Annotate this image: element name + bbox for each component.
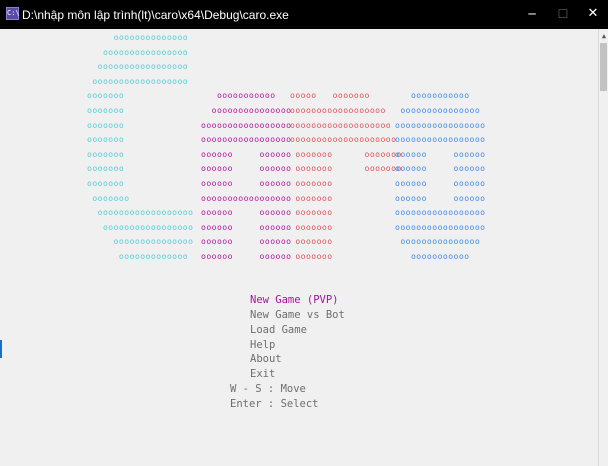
logo-row: ooooooo ooooooo	[290, 163, 402, 174]
logo-row: oooooooooooooooooooo	[290, 134, 397, 145]
logo-row: ooooooooooooooooo	[395, 221, 486, 232]
logo-row: oooooooooooooooo	[87, 46, 189, 57]
console-app-icon: C:\	[6, 7, 20, 20]
hint-move: W - S : Move	[230, 383, 306, 395]
logo-row: ooooooooooooooo	[87, 236, 194, 247]
logo-row: ooooooo	[290, 251, 333, 261]
logo-row: ooooooo	[87, 148, 125, 159]
logo-row: oooooooooooooooooo	[87, 207, 194, 218]
logo-row: ooooooooooooooooo	[201, 134, 292, 145]
logo-row: ooooooo	[290, 192, 333, 203]
close-button[interactable]: ✕	[578, 3, 608, 25]
logo-row: oooooo oooooo	[201, 163, 292, 174]
logo-row: ooooooo	[87, 90, 125, 101]
logo-row: oooooooooooooooooo	[290, 105, 386, 115]
logo-row: ooooooooooo	[395, 251, 470, 261]
logo-row: ooooooo	[87, 119, 125, 130]
logo-row: ooooooooooo	[201, 90, 276, 101]
vertical-scrollbar[interactable]: ▲	[598, 29, 608, 466]
logo-row: ooooooooooooooooo	[201, 119, 292, 130]
logo-row: oooooo oooooo	[201, 207, 292, 218]
minimize-icon: ─	[528, 7, 536, 21]
logo-row: ooooooooooooooo	[395, 105, 481, 115]
logo-row: ooooooo	[290, 178, 333, 188]
taskbar-edge	[0, 340, 2, 358]
logo-row: ooooooo	[87, 163, 125, 174]
logo-row: oooooo oooooo	[395, 192, 486, 203]
logo-row: ooooooo	[290, 207, 333, 218]
logo-row: oooooo oooooo	[201, 148, 292, 159]
hint-select: Enter : Select	[230, 398, 319, 410]
logo-row: ooooooo	[290, 221, 333, 232]
logo-row: oooooo oooooo	[201, 178, 292, 188]
title-bar: C:\ D:\nhập môn lập trình(lt)\caro\x64\D…	[0, 0, 608, 29]
scroll-thumb[interactable]	[600, 43, 607, 91]
logo-row: oooooo oooooo	[395, 178, 486, 188]
menu-item-new-game-pvp[interactable]: New Game (PVP)	[250, 294, 339, 306]
console-area: oooooooooooooo oooooooooooooooo oooooooo…	[0, 29, 598, 466]
logo-row: ooooooooooooooooo	[87, 221, 194, 232]
minimize-button[interactable]: ─	[517, 3, 547, 25]
logo-row: ooooooooooooooooo	[87, 61, 189, 72]
window-title: D:\nhập môn lập trình(lt)\caro\x64\Debug…	[22, 8, 289, 22]
logo-row: ooooooooooooooooo	[395, 134, 486, 145]
close-icon: ✕	[587, 6, 599, 21]
logo-row: ooooooo	[290, 236, 333, 247]
logo-row: ooooooooooo	[395, 90, 470, 101]
menu-item-load-game[interactable]: Load Game	[250, 324, 307, 336]
scroll-up-arrow-icon[interactable]: ▲	[600, 33, 608, 40]
logo-row: oooooooooooooooooo	[87, 75, 189, 86]
logo-row: ooooooooooooooo	[395, 236, 481, 247]
logo-row: oooooo oooooo	[395, 163, 486, 174]
logo-row: ooooooo	[87, 178, 125, 188]
menu-item-help[interactable]: Help	[250, 339, 275, 351]
menu-item-about[interactable]: About	[250, 353, 282, 365]
logo-row: ooooooooooooo	[87, 251, 189, 261]
menu-item-new-game-vs-bot[interactable]: New Game vs Bot	[250, 309, 345, 321]
logo-row: oooooooooooooo	[87, 32, 189, 42]
logo-row: ooooooo ooooooo	[290, 148, 402, 159]
logo-row: ooooooo	[87, 134, 125, 145]
logo-row: ooooooooooooooooo	[395, 207, 486, 218]
logo-row: oooooo oooooo	[201, 236, 292, 247]
logo-row: ooooo ooooooo	[290, 90, 370, 101]
logo-row: ooooooooooooooooo	[395, 119, 486, 130]
logo-row: ooooooooooooooo	[201, 105, 292, 115]
logo-row: ooooooooooooooooooo	[290, 119, 392, 130]
logo-row: oooooo oooooo	[395, 148, 486, 159]
logo-row: ooooooooooooooooo	[201, 192, 292, 203]
logo-row: oooooo oooooo	[201, 221, 292, 232]
maximize-button[interactable]: ☐	[548, 3, 578, 25]
logo-row: oooooo oooooo	[201, 251, 292, 261]
menu-item-exit[interactable]: Exit	[250, 368, 275, 380]
logo-row: ooooooo	[87, 192, 130, 203]
logo-row: ooooooo	[87, 105, 125, 115]
maximize-icon: ☐	[557, 7, 569, 21]
